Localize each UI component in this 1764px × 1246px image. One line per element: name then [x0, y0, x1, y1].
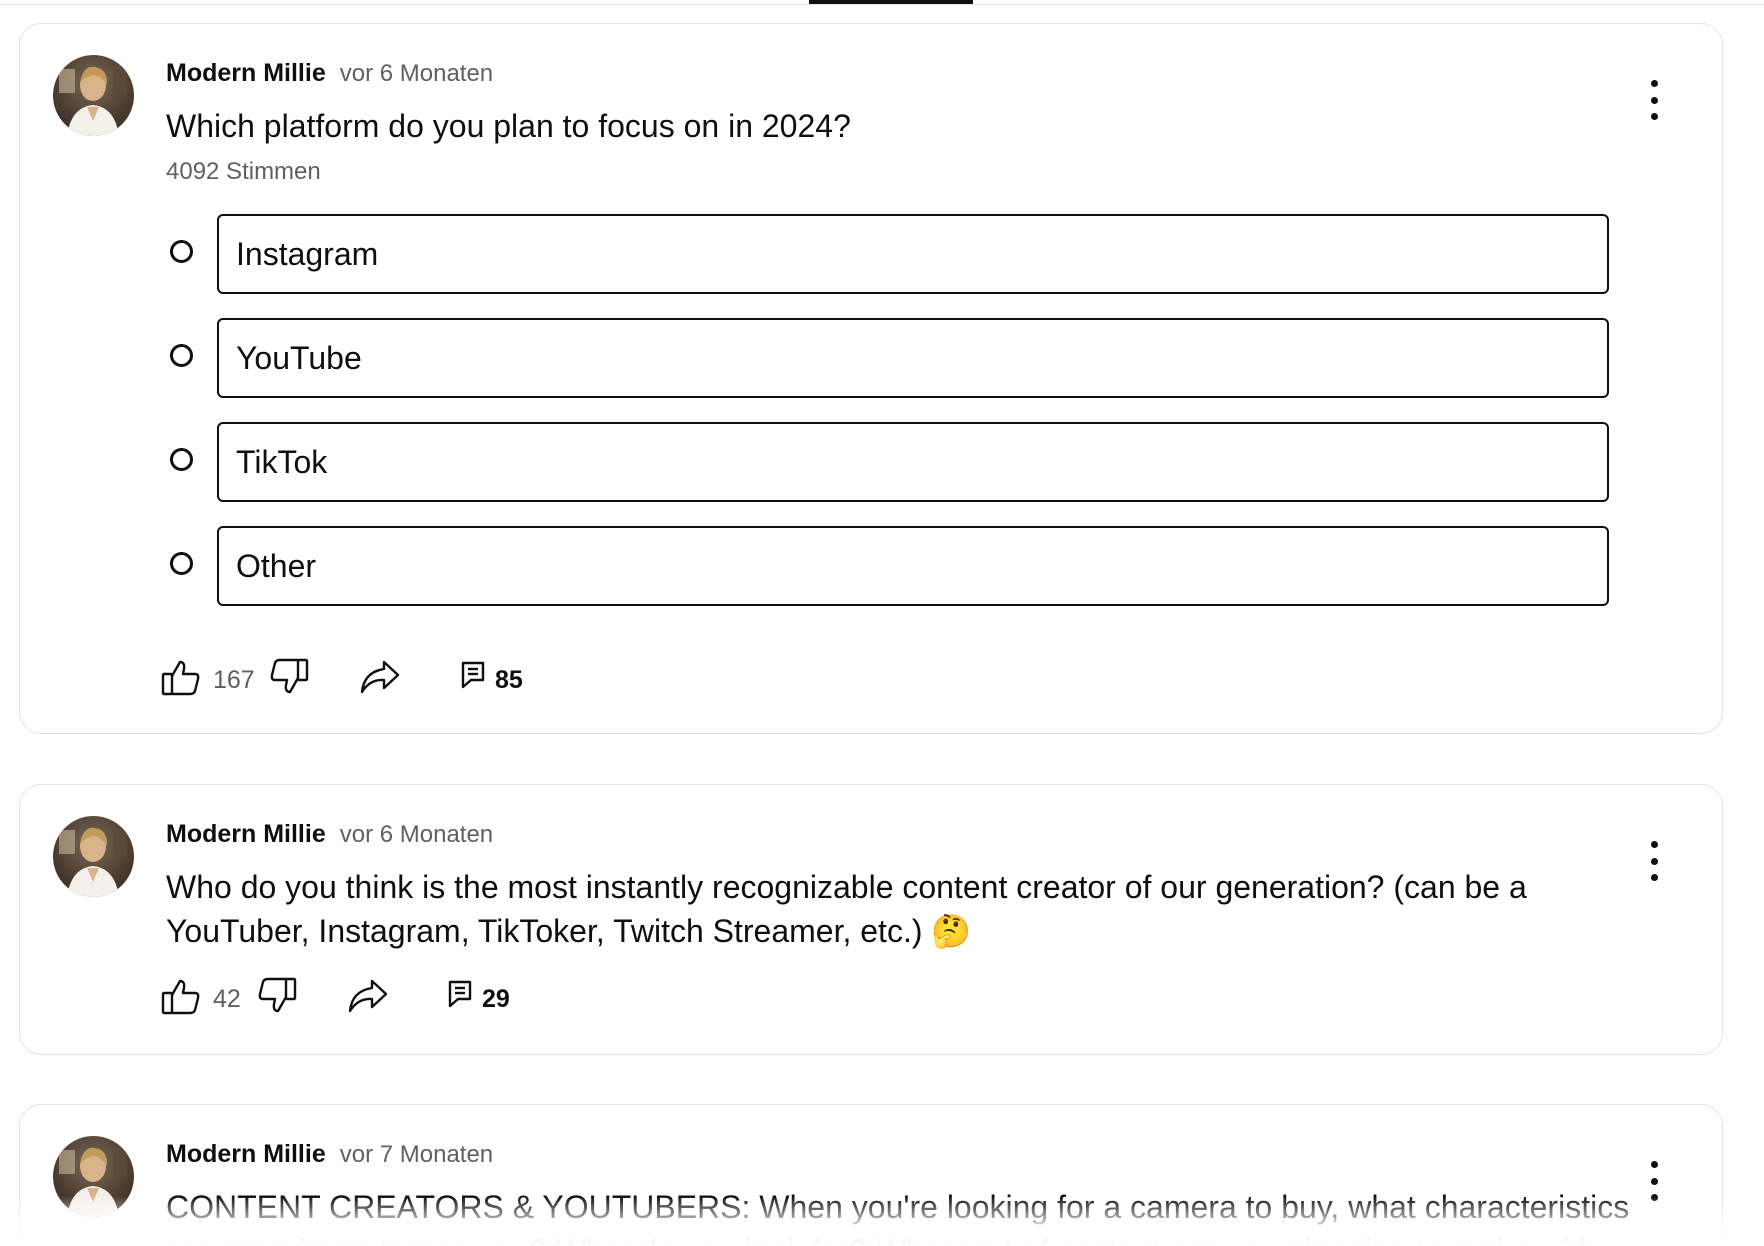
dislike-icon[interactable]: [256, 975, 298, 1022]
poll-option[interactable]: YouTube: [166, 318, 1610, 398]
post-text: Which platform do you plan to focus on i…: [166, 108, 851, 144]
author-name[interactable]: Modern Millie: [166, 1140, 326, 1168]
comment-icon[interactable]: [447, 979, 473, 1014]
share-icon[interactable]: [346, 975, 390, 1022]
share-icon[interactable]: [358, 656, 402, 703]
author-avatar[interactable]: [53, 816, 134, 897]
post-header: Modern Millie vor 7 Monaten: [166, 1140, 493, 1169]
poll-option[interactable]: Other: [166, 526, 1610, 606]
post-header: Modern Millie vor 6 Monaten: [166, 820, 493, 849]
like-icon[interactable]: [160, 656, 202, 703]
author-avatar[interactable]: [53, 55, 134, 136]
poll-option-label[interactable]: Other: [217, 526, 1609, 606]
author-avatar[interactable]: [53, 1136, 134, 1217]
community-post-poll: Modern Millie vor 6 Monaten Which platfor…: [19, 23, 1723, 734]
author-name[interactable]: Modern Millie: [166, 59, 326, 87]
comment-count[interactable]: 29: [482, 985, 510, 1014]
dislike-icon[interactable]: [268, 656, 310, 703]
radio-button[interactable]: [170, 448, 193, 471]
like-icon[interactable]: [160, 975, 202, 1022]
post-time[interactable]: vor 6 Monaten: [340, 60, 493, 87]
post-time[interactable]: vor 6 Monaten: [340, 821, 493, 848]
community-post-text: Modern Millie vor 7 Monaten CONTENT CREAT…: [19, 1104, 1723, 1246]
radio-button[interactable]: [170, 240, 193, 263]
post-header: Modern Millie vor 6 Monaten: [166, 59, 493, 88]
poll-option[interactable]: TikTok: [166, 422, 1610, 502]
poll-option-label[interactable]: YouTube: [217, 318, 1609, 398]
poll-option-label[interactable]: TikTok: [217, 422, 1609, 502]
radio-button[interactable]: [170, 552, 193, 575]
vote-count: 4092 Stimmen: [166, 158, 321, 185]
radio-button[interactable]: [170, 344, 193, 367]
comment-icon[interactable]: [460, 660, 486, 695]
poll-option-label[interactable]: Instagram: [217, 214, 1609, 294]
top-divider: [0, 4, 1764, 5]
poll-option[interactable]: Instagram: [166, 214, 1610, 294]
post-time[interactable]: vor 7 Monaten: [340, 1141, 493, 1168]
post-text: CONTENT CREATORS & YOUTUBERS: When you'r…: [166, 1189, 1630, 1246]
like-count: 42: [213, 985, 241, 1013]
comment-count[interactable]: 85: [495, 666, 523, 695]
community-post-text: Modern Millie vor 6 Monaten Who do you th…: [19, 784, 1723, 1055]
active-tab-indicator: [809, 0, 973, 4]
like-count: 167: [213, 666, 255, 694]
author-name[interactable]: Modern Millie: [166, 820, 326, 848]
post-text: Who do you think is the most instantly r…: [166, 869, 1527, 949]
